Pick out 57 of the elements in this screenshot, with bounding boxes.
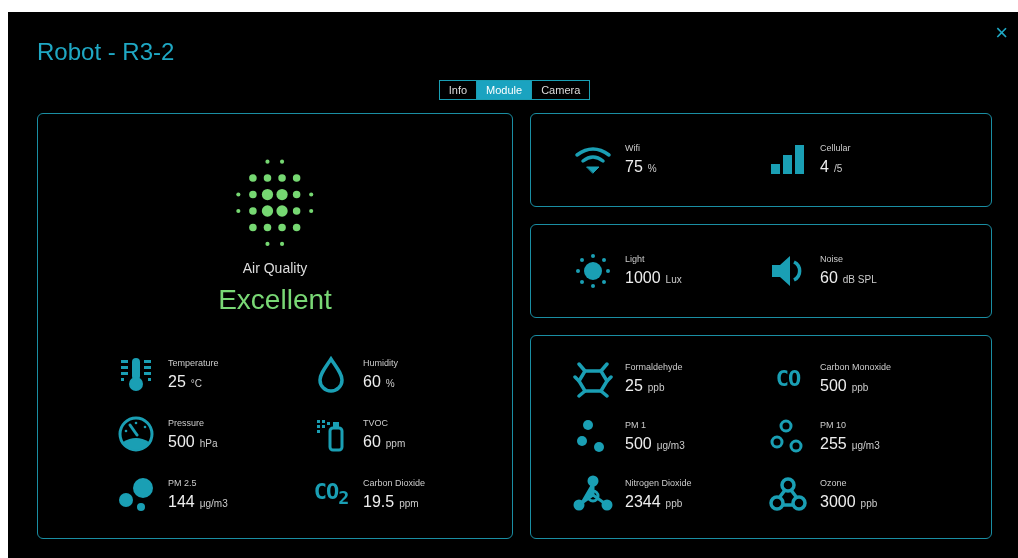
metric-value: 500	[625, 435, 652, 454]
metric-label: Carbon Monoxide	[820, 362, 892, 373]
metric-label: Carbon Dioxide	[363, 477, 426, 488]
metric-label: Pressure	[168, 417, 205, 428]
metric-value: 60	[363, 432, 381, 451]
metric-value: 2344	[625, 493, 661, 512]
metric-value: 144	[168, 492, 195, 511]
metric-value: 75	[625, 158, 643, 177]
tab[interactable]: Camera	[532, 80, 591, 100]
metric-value: 25	[625, 377, 643, 396]
metric-label: Wifi	[625, 143, 641, 154]
metric-label: PM 2.5	[168, 477, 198, 488]
close-button[interactable]: ×	[991, 20, 1012, 46]
metric-label: PM 1	[625, 420, 647, 431]
unit-label: ppb	[647, 382, 665, 394]
metric-label: TVOC	[363, 417, 389, 428]
metric-value: 500	[168, 432, 195, 451]
unit-label: ppb	[860, 498, 878, 510]
metric-value: 500	[820, 377, 847, 396]
metric-label: Humidity	[363, 357, 398, 368]
unit-label: dB SPL	[842, 274, 877, 286]
air-quality-label: Air Quality	[242, 260, 308, 276]
unit-label: ppb	[851, 382, 869, 394]
metric-value: 19.5	[363, 492, 395, 511]
metric-value: 3000	[820, 493, 856, 512]
unit-label: hPa	[199, 437, 218, 449]
unit-label: ppb	[665, 498, 683, 510]
metric-value: 60	[820, 269, 838, 288]
unit-label: °C	[190, 377, 203, 389]
unit-label: Lux	[665, 274, 682, 286]
metric-value: 25	[168, 372, 186, 391]
unit-label: %	[385, 377, 395, 389]
unit-label: ppm	[399, 497, 419, 509]
metric-value: 4	[820, 158, 829, 177]
metric-label: Nitrogen Dioxide	[625, 478, 692, 489]
unit-label: μg/m3	[656, 440, 685, 452]
unit-label: /5	[833, 163, 843, 175]
unit-label: %	[647, 163, 657, 175]
metric-label: Ozone	[820, 478, 848, 489]
metric-value: 1000	[625, 269, 661, 288]
metric-label: Temperature	[168, 357, 219, 368]
metric-label: Cellular	[820, 143, 851, 154]
metric-value: 60	[363, 372, 381, 391]
tab[interactable]: Info	[438, 80, 478, 100]
metric-label: Light	[625, 254, 646, 265]
air-quality-status: Excellent	[218, 284, 332, 316]
metric-label: PM 10	[820, 420, 847, 431]
unit-label: ppm	[385, 437, 406, 449]
window-title: Robot - R3-2	[37, 37, 176, 67]
gauge-icon	[116, 414, 156, 454]
unit-label: μg/m3	[199, 497, 228, 509]
unit-label: μg/m3	[851, 440, 880, 452]
formula-icon: CO$_{2}$	[313, 479, 349, 509]
metric-value: 255	[820, 435, 847, 454]
formula-icon: CO	[775, 366, 801, 392]
metric-label: Formaldehyde	[625, 362, 683, 373]
metric-label: Noise	[820, 254, 844, 265]
